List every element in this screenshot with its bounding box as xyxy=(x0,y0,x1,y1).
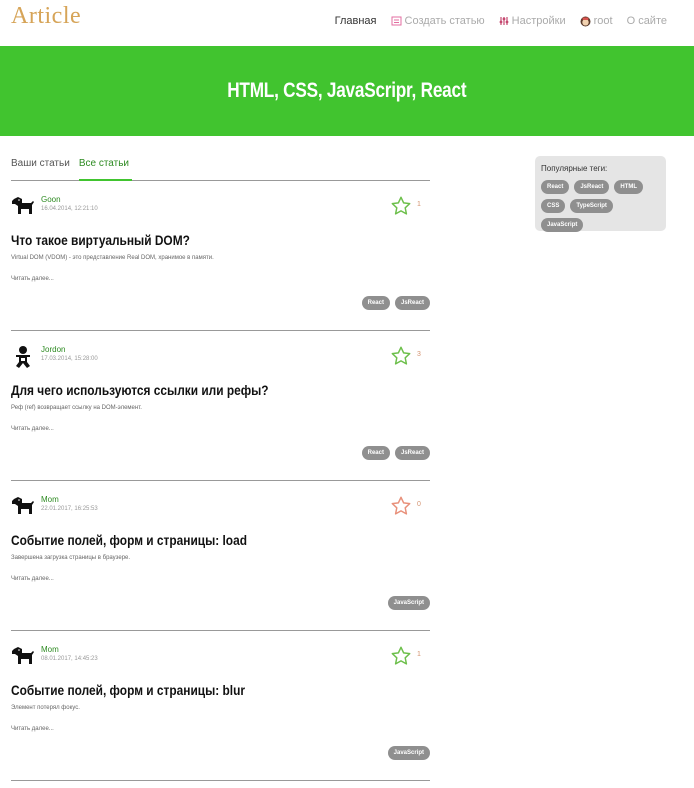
article-author[interactable]: Goon xyxy=(41,195,61,204)
popular-tag-badge[interactable]: HTML xyxy=(614,180,644,194)
popular-tag-badge[interactable]: JsReact xyxy=(574,180,610,194)
nav-settings-link[interactable]: Настройки xyxy=(499,15,566,27)
dog-icon[interactable] xyxy=(11,645,35,669)
nav-create-label: Создать статью xyxy=(404,15,485,27)
nav-about-link[interactable]: О сайте xyxy=(627,15,667,27)
article-date: 22.01.2017, 16:25:53 xyxy=(41,506,98,512)
read-more-link[interactable]: Читать далее... xyxy=(11,726,54,732)
tag-badge[interactable]: React xyxy=(361,296,390,310)
banner-title: HTML, CSS, JavaScripr, React xyxy=(227,79,467,102)
article-card: Mom 22.01.2017, 16:25:53 0 Событие полей… xyxy=(11,481,430,631)
nav-settings-label: Настройки xyxy=(511,15,566,27)
article-date: 17.03.2014, 15:28:00 xyxy=(41,356,98,362)
article-card: Mom 08.01.2017, 14:45:23 1 Событие полей… xyxy=(11,631,430,781)
popular-tag-badge[interactable]: CSS xyxy=(541,199,566,213)
nav-home-link[interactable]: Главная xyxy=(335,15,377,27)
tab-all-articles[interactable]: Все статьи xyxy=(78,150,133,181)
popular-tags-panel: Популярные теги: React JsReact HTML CSS Type… xyxy=(535,156,666,232)
article-feed: Ваши статьи Все статьи Goon 16.04.2014, … xyxy=(11,150,430,781)
read-more-link[interactable]: Читать далее... xyxy=(11,576,54,582)
create-icon xyxy=(391,16,402,26)
popular-tag-badge[interactable]: TypeScript xyxy=(570,199,613,213)
top-navbar: Article Главная Создать статью Настройки… xyxy=(0,0,694,46)
star-icon[interactable] xyxy=(390,495,412,517)
article-description: Завершена загрузка страницы в браузере. xyxy=(11,555,131,561)
likes-count: 3 xyxy=(417,351,421,358)
star-icon[interactable] xyxy=(390,195,412,217)
star-icon[interactable] xyxy=(390,345,412,367)
tag-badge[interactable]: JsReact xyxy=(394,446,430,460)
nav-create-article-link[interactable]: Создать статью xyxy=(391,15,485,27)
popular-tags-title: Популярные теги: xyxy=(541,164,608,173)
likes-count: 1 xyxy=(417,651,421,658)
star-icon[interactable] xyxy=(390,645,412,667)
article-author[interactable]: Mom xyxy=(41,645,59,654)
article-description: Элемент потерял фокус. xyxy=(11,705,80,711)
baby-icon[interactable] xyxy=(11,345,35,369)
article-tags: JavaScript xyxy=(387,746,430,760)
article-description: Virtual DOM (VDOM) - это представление R… xyxy=(11,255,214,261)
settings-icon xyxy=(499,16,509,26)
article-list: Goon 16.04.2014, 12:21:10 1 Что такое ви… xyxy=(11,181,430,781)
article-title[interactable]: Событие полей, форм и страницы: load xyxy=(11,532,247,548)
nav-about-label: О сайте xyxy=(626,15,667,27)
feed-tabs: Ваши статьи Все статьи xyxy=(11,150,430,181)
article-title[interactable]: Что такое виртуальный DOM? xyxy=(11,232,190,248)
article-tags: React JsReact xyxy=(361,296,430,310)
tag-badge[interactable]: JsReact xyxy=(394,296,430,310)
article-author[interactable]: Mom xyxy=(41,495,59,504)
nav-profile-label: root xyxy=(593,15,613,27)
tag-badge[interactable]: JavaScript xyxy=(387,746,430,760)
main-nav: Главная Создать статью Настройки root О … xyxy=(335,15,667,27)
nav-home-label: Главная xyxy=(334,15,377,27)
popular-tag-badge[interactable]: React xyxy=(541,180,570,194)
nav-profile-link[interactable]: root xyxy=(580,15,613,27)
tab-your-articles[interactable]: Ваши статьи xyxy=(11,150,70,181)
dog-icon[interactable] xyxy=(11,495,35,519)
article-tags: JavaScript xyxy=(387,596,430,610)
article-card: Goon 16.04.2014, 12:21:10 1 Что такое ви… xyxy=(11,181,430,331)
popular-tag-badge[interactable]: JavaScript xyxy=(541,218,584,232)
article-title[interactable]: Для чего используются ссылки или рефы? xyxy=(11,382,269,398)
article-card: Jordon 17.03.2014, 15:28:00 3 Для чего и… xyxy=(11,331,430,481)
article-author[interactable]: Jordon xyxy=(41,345,65,354)
tag-badge[interactable]: React xyxy=(361,446,390,460)
hero-banner: HTML, CSS, JavaScripr, React xyxy=(0,46,694,136)
read-more-link[interactable]: Читать далее... xyxy=(11,276,54,282)
article-date: 08.01.2017, 14:45:23 xyxy=(41,656,98,662)
read-more-link[interactable]: Читать далее... xyxy=(11,426,54,432)
popular-tags-list: React JsReact HTML CSS TypeScript JavaScript xyxy=(541,180,660,232)
tag-badge[interactable]: JavaScript xyxy=(387,596,430,610)
dog-icon[interactable] xyxy=(11,195,35,219)
user-icon xyxy=(580,16,591,27)
article-title[interactable]: Событие полей, форм и страницы: blur xyxy=(11,682,245,698)
article-date: 16.04.2014, 12:21:10 xyxy=(41,206,98,212)
likes-count: 0 xyxy=(417,501,421,508)
article-description: Реф (ref) возвращает ссылку на DOM-элеме… xyxy=(11,405,142,411)
site-logo[interactable]: Article xyxy=(11,3,81,30)
article-tags: React JsReact xyxy=(361,446,430,460)
likes-count: 1 xyxy=(417,201,421,208)
